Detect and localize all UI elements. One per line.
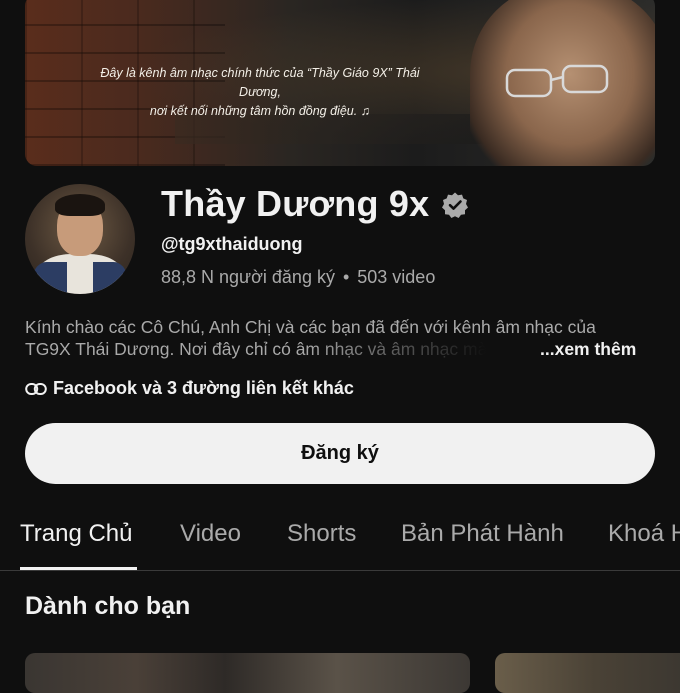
verified-badge-icon	[442, 192, 469, 218]
channel-name-text: Thầy Dương 9x	[161, 183, 430, 224]
banner-caption-line1: Đây là kênh âm nhạc chính thức của “Thầy…	[100, 66, 420, 99]
channel-tabs: Trang Chủ Video Shorts Bản Phát Hành Kho…	[0, 516, 680, 571]
channel-handle: @tg9xthaiduong	[161, 234, 303, 254]
banner-glasses	[505, 64, 609, 98]
section-title: Dành cho bạn	[25, 592, 191, 620]
subscribe-button[interactable]: Đăng ký	[25, 423, 655, 484]
video-thumbnail[interactable]	[495, 653, 680, 693]
link-icon	[25, 382, 47, 395]
tab-home[interactable]: Trang Chủ	[20, 520, 133, 548]
video-count: 503 video	[357, 267, 436, 287]
description-line1: Kính chào các Cô Chú, Anh Chị và các bạn…	[25, 317, 596, 337]
channel-stats: 88,8 N người đăng ký • 503 video	[161, 267, 435, 288]
video-thumbnail[interactable]	[25, 653, 470, 693]
active-tab-indicator	[20, 567, 137, 570]
channel-name: Thầy Dương 9x	[161, 183, 469, 225]
tab-videos[interactable]: Video	[180, 520, 241, 548]
tab-releases[interactable]: Bản Phát Hành	[401, 520, 564, 548]
links-label: Facebook và 3 đường liên kết khác	[53, 378, 354, 398]
stats-separator: •	[342, 267, 350, 287]
description-line2-wrap: TG9X Thái Dương. Nơi đây chỉ có âm nhạc …	[25, 338, 660, 360]
avatar-jacket-left	[33, 262, 67, 294]
channel-links[interactable]: Facebook và 3 đường liên kết khác	[25, 378, 354, 399]
channel-avatar[interactable]	[25, 184, 135, 294]
channel-description[interactable]: Kính chào các Cô Chú, Anh Chị và các bạn…	[25, 316, 660, 360]
tab-shorts[interactable]: Shorts	[287, 520, 356, 548]
banner-caption-line2: nơi kết nối những tâm hồn đồng điệu. ♫	[149, 104, 371, 118]
channel-banner: Đây là kênh âm nhạc chính thức của “Thầy…	[25, 0, 655, 166]
banner-caption: Đây là kênh âm nhạc chính thức của “Thầy…	[80, 64, 440, 121]
description-line2: TG9X Thái Dương. Nơi đây chỉ có âm nhạc …	[25, 339, 488, 359]
avatar-jacket-right	[93, 262, 127, 294]
subscriber-count: 88,8 N người đăng ký	[161, 267, 335, 287]
tab-courses[interactable]: Khoá H	[608, 520, 680, 548]
avatar-hair	[55, 194, 105, 216]
more-link[interactable]: ...xem thêm	[540, 338, 636, 360]
